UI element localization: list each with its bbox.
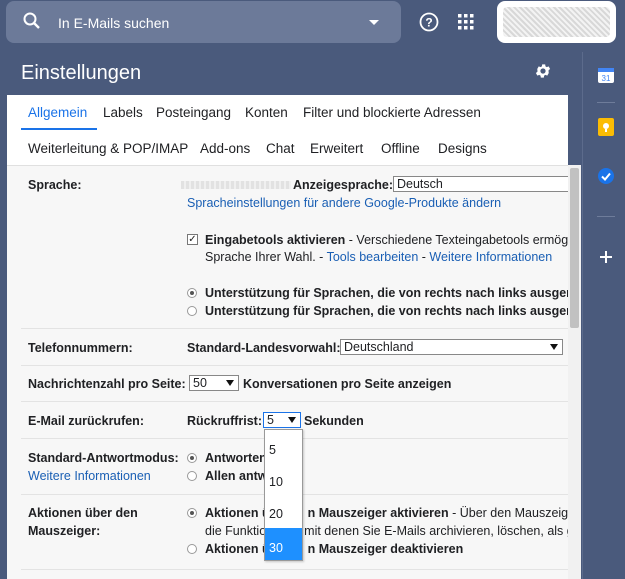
hover-actions-label-2: Mauszeiger: — [28, 524, 101, 538]
phone-label: Telefonnummern: — [28, 341, 133, 355]
tab-posteingang[interactable]: Posteingang — [156, 105, 231, 120]
display-language-select[interactable]: Deutsch — [393, 176, 568, 192]
help-icon[interactable]: ? — [419, 12, 439, 35]
tab-designs[interactable]: Designs — [438, 141, 487, 156]
tab-chat[interactable]: Chat — [266, 141, 295, 156]
page-size-label: Nachrichtenzahl pro Seite: — [28, 377, 186, 391]
apps-grid-icon[interactable] — [458, 14, 474, 33]
search-bar[interactable]: In E-Mails suchen — [6, 1, 401, 43]
country-code-label: Standard-Landesvorwahl: — [187, 341, 341, 355]
account-area[interactable] — [497, 1, 616, 43]
page-size-select[interactable]: 50 — [189, 375, 239, 391]
rtl-on-label: Unterstützung für Sprachen, die von rech… — [205, 286, 568, 300]
page-size-value: 50 — [193, 376, 207, 390]
divider — [21, 569, 568, 570]
calendar-icon[interactable]: 31 — [597, 66, 615, 87]
edit-tools-link[interactable]: Tools bearbeiten — [327, 250, 419, 264]
dropdown-option-5[interactable]: 5 — [265, 430, 302, 462]
rtl-off-radio[interactable] — [187, 306, 197, 316]
hover-off-text: Aktionen ün Mauszeiger deaktivieren — [205, 542, 464, 556]
hover-actions-label-1: Aktionen über den — [28, 506, 138, 520]
undo-period-dropdown: 5 10 20 30 — [264, 429, 303, 561]
reply-all-radio[interactable] — [187, 471, 197, 481]
divider — [21, 328, 568, 329]
dropdown-option-10[interactable]: 10 — [265, 462, 302, 494]
page-title: Einstellungen — [21, 62, 142, 84]
undo-period-label: Rückruffrist: — [187, 414, 263, 428]
search-icon[interactable] — [22, 11, 42, 34]
dropdown-option-30[interactable]: 30 — [265, 528, 302, 560]
add-icon[interactable] — [600, 251, 612, 266]
divider — [21, 401, 568, 402]
rtl-on-radio[interactable] — [187, 288, 197, 298]
tab-filter[interactable]: Filter und blockierte Adressen — [303, 105, 481, 120]
display-language-value: Deutsch — [397, 177, 443, 191]
tab-konten[interactable]: Konten — [245, 105, 288, 120]
language-label: Sprache: — [28, 178, 82, 192]
keep-icon[interactable] — [598, 118, 614, 139]
active-tab-indicator — [21, 128, 97, 130]
undo-period-value: 5 — [267, 413, 274, 427]
input-tools-text: Eingabetools aktivieren - Verschiedene T… — [205, 233, 568, 247]
more-info-link[interactable]: Weitere Informationen — [429, 250, 552, 264]
svg-text:31: 31 — [602, 74, 611, 83]
reply-mode-label: Standard-Antwortmodus: — [28, 451, 179, 465]
country-code-value: Deutschland — [344, 340, 414, 354]
input-tools-checkbox[interactable]: ✓ — [187, 234, 198, 245]
gear-icon[interactable] — [534, 62, 552, 83]
redacted-account — [503, 7, 610, 37]
dropdown-option-20[interactable]: 20 — [265, 494, 302, 526]
page-size-suffix: Konversationen pro Seite anzeigen — [243, 377, 452, 391]
divider — [21, 365, 568, 366]
reply-option-label: Antworten — [205, 451, 267, 465]
input-tools-line2: Sprache Ihrer Wahl. - Tools bearbeiten -… — [205, 250, 553, 264]
scrollbar-thumb[interactable] — [570, 168, 579, 328]
rtl-off-label: Unterstützung für Sprachen, die von rech… — [205, 304, 568, 318]
chevron-down-icon — [226, 380, 234, 386]
hover-off-radio[interactable] — [187, 544, 197, 554]
reply-more-info-link[interactable]: Weitere Informationen — [28, 469, 151, 483]
tab-allgemein[interactable]: Allgemein — [28, 105, 87, 120]
reply-radio[interactable] — [187, 453, 197, 463]
redacted-text — [181, 181, 291, 189]
chevron-down-icon[interactable] — [369, 20, 379, 25]
tasks-icon[interactable] — [597, 167, 615, 188]
hover-on-text: Aktionen ün Mauszeiger aktivieren - Über… — [205, 506, 568, 520]
divider — [597, 102, 615, 103]
tab-labels[interactable]: Labels — [103, 105, 143, 120]
chevron-down-icon — [550, 344, 558, 350]
undo-send-label: E-Mail zurückrufen: — [28, 414, 144, 428]
display-language-label: Anzeigesprache: — [293, 178, 394, 192]
language-settings-link[interactable]: Spracheinstellungen für andere Google-Pr… — [187, 196, 501, 210]
hover-on-radio[interactable] — [187, 508, 197, 518]
tab-offline[interactable]: Offline — [381, 141, 420, 156]
undo-period-select[interactable]: 5 — [263, 412, 301, 428]
svg-text:?: ? — [425, 16, 432, 30]
tab-weiterleitung[interactable]: Weiterleitung & POP/IMAP — [28, 141, 188, 156]
tab-erweitert[interactable]: Erweitert — [310, 141, 363, 156]
divider — [597, 216, 615, 217]
reply-all-option-label: Allen antw — [205, 469, 268, 483]
hover-on-line2: die Funktio mit denen Sie E-Mails archivi… — [205, 524, 568, 538]
country-code-select[interactable]: Deutschland — [340, 339, 563, 355]
tab-add-ons[interactable]: Add-ons — [200, 141, 250, 156]
undo-period-suffix: Sekunden — [304, 414, 364, 428]
chevron-down-icon — [288, 417, 296, 423]
search-input[interactable]: In E-Mails suchen — [58, 15, 169, 31]
